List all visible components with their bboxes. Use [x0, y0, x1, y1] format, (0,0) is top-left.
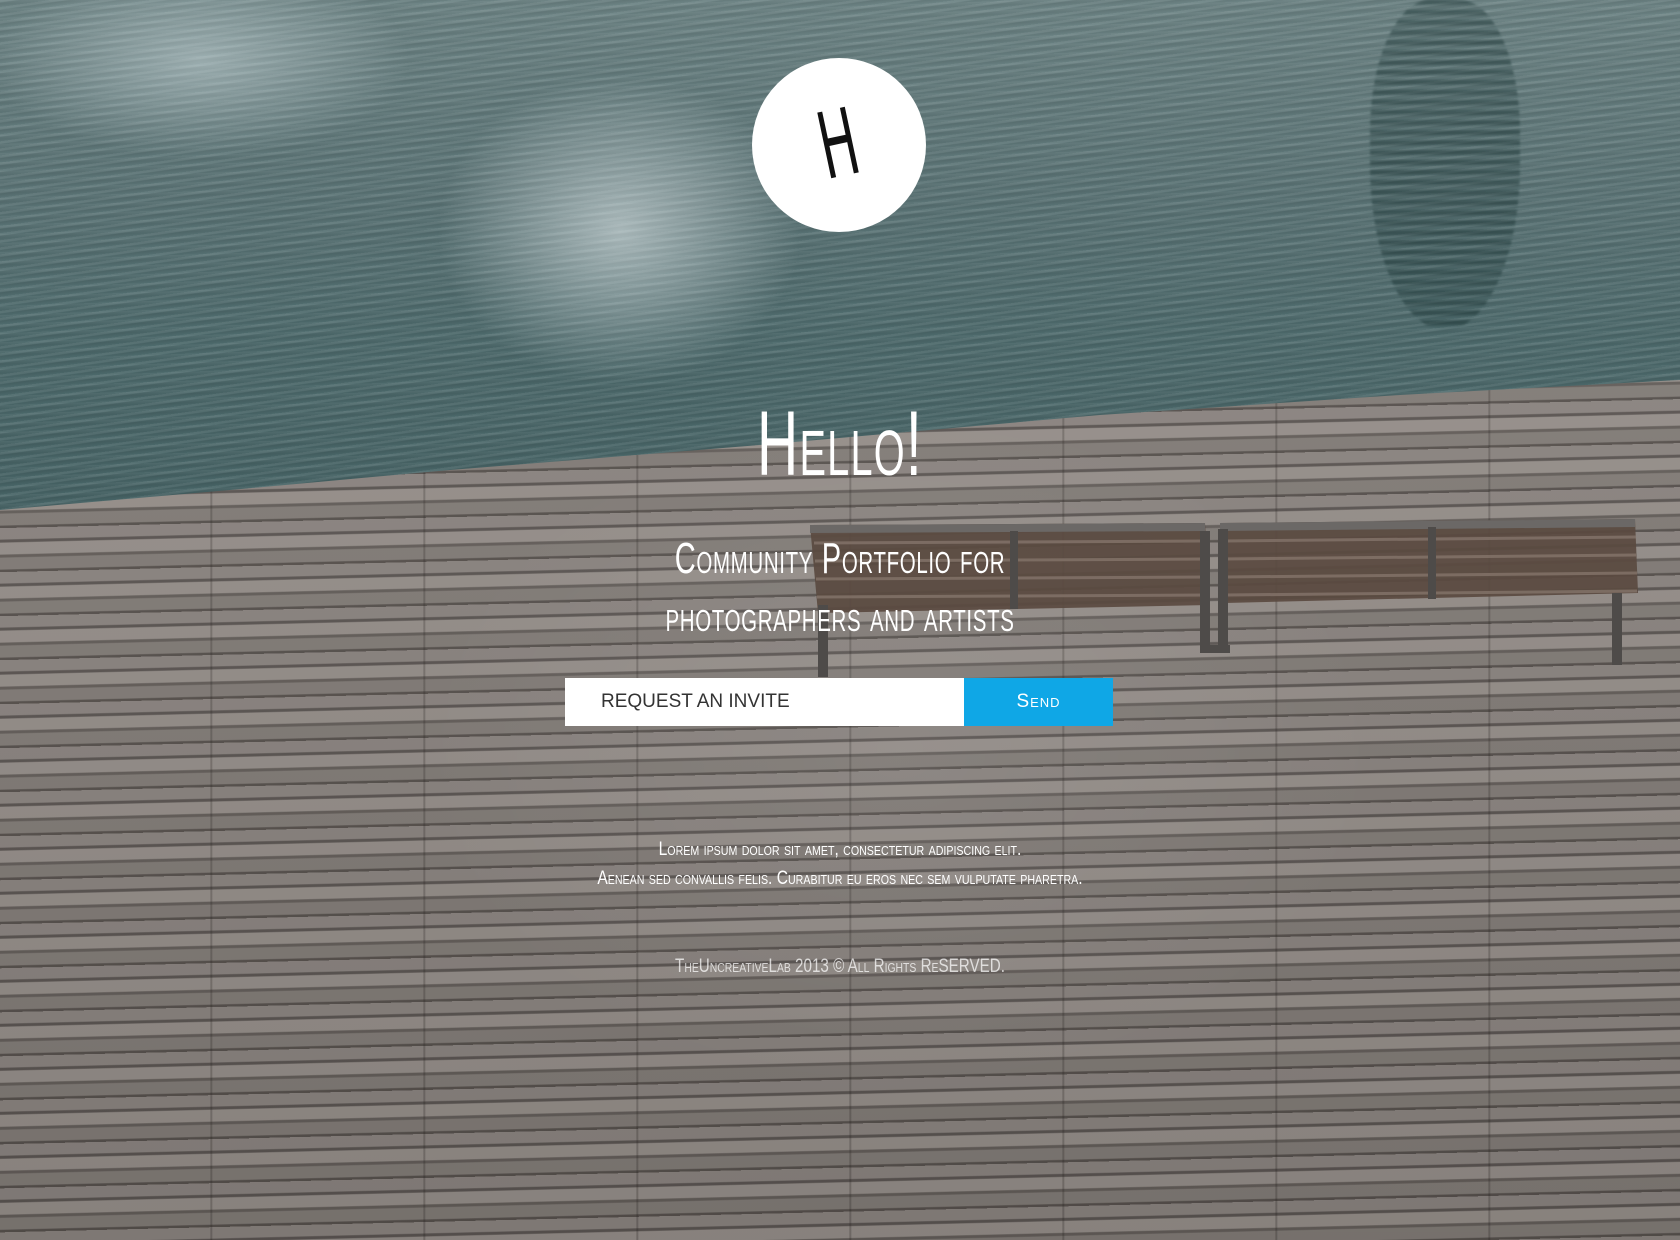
footer-copyright: TheUncreativeLab 2013 © All Rights ReSER…	[675, 956, 1005, 977]
hero-title: Hello!	[757, 393, 923, 495]
logo-letter: H	[809, 88, 869, 201]
description-line2: Aenean sed convallis felis. Curabitur eu…	[597, 868, 1083, 889]
logo[interactable]: H	[752, 58, 926, 232]
send-button[interactable]: Send	[964, 678, 1113, 726]
invite-input[interactable]	[565, 678, 964, 726]
invite-form: Send	[565, 678, 1113, 726]
description-line1: Lorem ipsum dolor sit amet, consectetur …	[658, 839, 1022, 860]
hero-subtitle-line2: photographers and artists	[665, 592, 1015, 641]
hero-subtitle-line1: Community Portfolio for	[674, 534, 1006, 583]
tower-reflection	[1370, 0, 1520, 330]
description-text: Lorem ipsum dolor sit amet, consectetur …	[512, 835, 1168, 893]
hero-subtitle: Community Portfolio for photographers an…	[609, 530, 1071, 646]
